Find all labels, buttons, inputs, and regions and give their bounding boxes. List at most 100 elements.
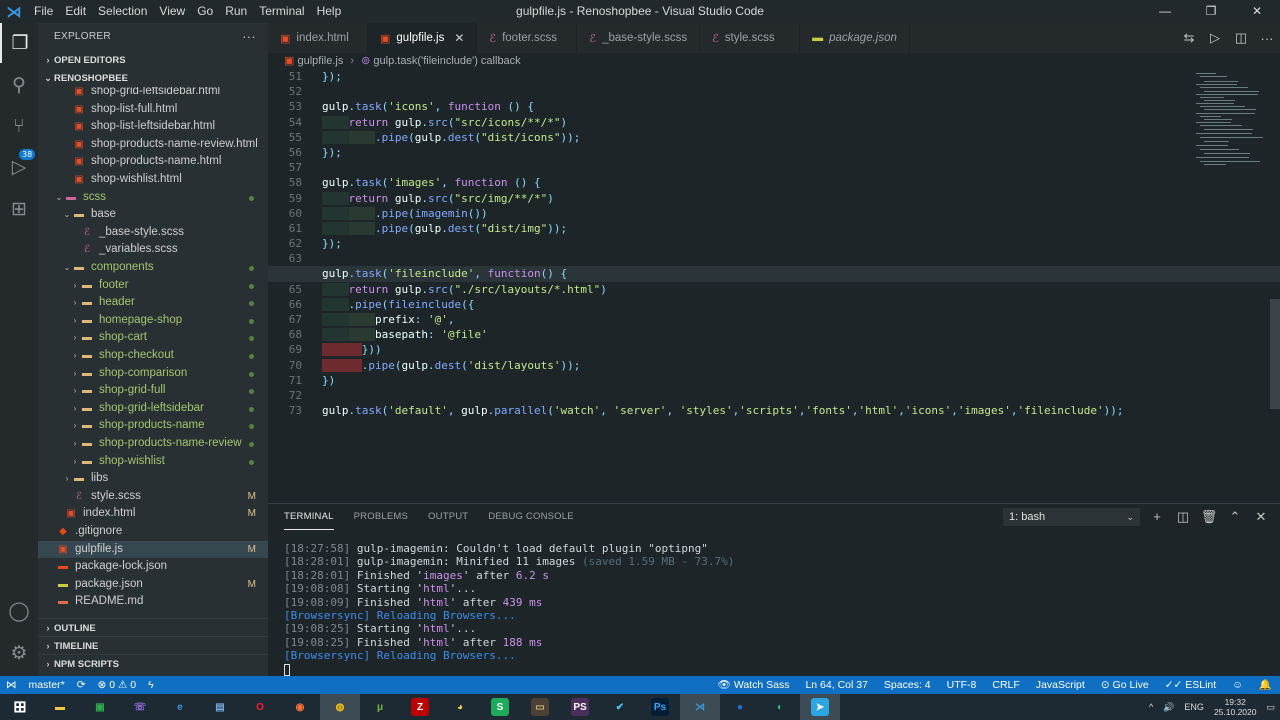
menu-edit[interactable]: Edit [59,0,92,23]
taskbar-telegram-icon[interactable]: ➤ [800,694,840,720]
minimize-button[interactable]: — [1142,0,1188,23]
end-of-line[interactable]: CRLF [984,676,1027,694]
taskbar-edge-icon[interactable]: ◐ [760,694,800,720]
tree-item[interactable]: ℰ _variables.scss [38,241,268,259]
menu-view[interactable]: View [153,0,191,23]
code-line[interactable] [322,84,1190,99]
tree-item[interactable]: › ▬ libs [38,470,268,488]
taskbar-skype-s-icon[interactable]: S [480,694,520,720]
taskbar-explorer-icon[interactable]: ▬ [40,694,80,720]
editor-scrollbar[interactable] [1270,299,1280,409]
more-actions-icon[interactable]: ··· [242,23,256,51]
tray-expand-icon[interactable]: ^ [1144,702,1158,712]
panel-tab-debug-console[interactable]: DEBUG CONSOLE [488,504,573,530]
close-window-button[interactable]: ✕ [1234,0,1280,23]
tree-item[interactable]: ▣ shop-wishlist.html [38,171,268,189]
tab-package-json[interactable]: ▬ package.json [800,23,910,53]
code-line[interactable]: gulp.task('images', function () { [322,175,1190,190]
code-line[interactable]: return gulp.src("src/img/**/*") [322,191,1190,206]
taskbar-photoshop-icon[interactable]: Ps [640,694,680,720]
npm-scripts-section[interactable]: › NPM SCRIPTS [38,654,268,672]
code-line[interactable] [322,388,1190,403]
tab-style-scss[interactable]: ℰstyle.scss [700,23,801,53]
taskbar-paint-icon[interactable]: ◕ [440,694,480,720]
open-editors-section[interactable]: › OPEN EDITORS [38,51,268,69]
tree-item[interactable]: ℰ _base-style.scss [38,224,268,242]
tree-item[interactable]: › ▬ header [38,294,268,312]
tab-footer-scss[interactable]: ℰfooter.scss [477,23,578,53]
taskbar-vscode-icon[interactable]: ⋊ [680,694,720,720]
code-line[interactable]: .pipe(imagemin()) [322,206,1190,221]
tab--base-style-scss[interactable]: ℰ _base-style.scss [577,23,701,53]
close-panel-icon[interactable]: ✕ [1248,508,1274,526]
taskbar-tool-icon[interactable]: ✔ [600,694,640,720]
split-terminal-icon[interactable]: ◫ [1170,508,1196,526]
maximize-panel-icon[interactable]: ⌃ [1222,508,1248,526]
encoding[interactable]: UTF-8 [939,676,985,694]
restore-button[interactable]: ❐ [1188,0,1234,23]
code-line[interactable]: }); [322,236,1190,251]
taskbar-chrome-icon[interactable]: ◍ [320,694,360,720]
search-icon[interactable]: ⚲ [0,65,38,105]
code-line[interactable]: return gulp.src("src/icons/**/*") [322,115,1190,130]
run-debug-icon[interactable]: ▷ [0,147,38,187]
close-tab-icon[interactable]: ✕ [454,31,464,45]
code-area[interactable]: }); gulp.task('icons', function () { retu… [268,69,1280,418]
feedback-icon[interactable]: ☺ [1224,676,1251,694]
tree-item[interactable]: ▣ shop-products-name-review.html [38,136,268,154]
tree-item[interactable]: ▣ shop-products-name.html [38,153,268,171]
tree-item[interactable]: › ▬ shop-grid-full [38,382,268,400]
taskbar-terminal-icon[interactable]: ▭ [520,694,560,720]
minimap[interactable] [1190,69,1270,169]
taskbar-torrent-icon[interactable]: μ [360,694,400,720]
code-line[interactable]: .pipe(fileinclude({ [322,297,1190,312]
tree-item[interactable]: ⌄ ▬ components [38,259,268,277]
menu-file[interactable]: File [28,0,59,23]
sync-icon[interactable]: ⟳ [71,676,92,694]
tab-index-html[interactable]: ▣ index.html [268,23,368,53]
tree-item[interactable]: ▬ README.md [38,593,268,611]
menu-selection[interactable]: Selection [92,0,153,23]
language-indicator[interactable]: ENG [1179,702,1209,712]
code-line[interactable]: })) [322,342,1190,357]
extensions-icon[interactable]: ⊞ [0,189,38,229]
code-line[interactable] [322,160,1190,175]
eslint-status[interactable]: ✓✓ ESLint [1157,676,1224,694]
tree-item[interactable]: › ▬ footer [38,277,268,295]
taskbar-ps-purple-icon[interactable]: PS [560,694,600,720]
menu-help[interactable]: Help [311,0,348,23]
menu-go[interactable]: Go [191,0,219,23]
taskbar-filezilla-icon[interactable]: Z [400,694,440,720]
trash-icon[interactable]: 🗑 [1196,508,1222,526]
tree-item[interactable]: ▬ package-lock.json [38,558,268,576]
timeline-section[interactable]: › TIMELINE [38,636,268,654]
tree-item[interactable]: › ▬ shop-grid-leftsidebar [38,400,268,418]
run-icon[interactable]: ▷ [1202,30,1228,46]
code-line[interactable]: return gulp.src("./src/layouts/*.html") [322,282,1190,297]
taskbar-opera-icon[interactable]: O [240,694,280,720]
code-line[interactable]: gulp.task('default', gulp.parallel('watc… [322,403,1190,418]
taskbar-ie-icon[interactable]: e [160,694,200,720]
code-editor[interactable]: 5152535455565758596061626364656667686970… [268,69,1280,495]
code-line[interactable]: gulp.task('fileinclude', function() { [268,266,1280,282]
tab-gulpfile-js[interactable]: ▣ gulpfile.js ✕ [368,23,478,53]
volume-icon[interactable]: 🔊 [1158,702,1179,713]
panel-tab-problems[interactable]: PROBLEMS [354,504,408,530]
language-mode[interactable]: JavaScript [1028,676,1093,694]
tree-item[interactable]: › ▬ shop-comparison [38,365,268,383]
breadcrumb-file[interactable]: gulpfile.js [297,55,343,67]
code-line[interactable]: .pipe(gulp.dest('dist/layouts')); [322,358,1190,373]
new-terminal-icon[interactable]: + [1144,508,1170,526]
tree-item[interactable]: ℰstyle.scss M [38,488,268,506]
watch-sass-button[interactable]: 👁 Watch Sass [710,676,798,694]
clock[interactable]: 19:32 25.10.2020 [1209,697,1262,717]
problems-count[interactable]: ⊗ 0 ⚠ 0 [92,676,143,694]
taskbar-maps-icon[interactable]: ● [720,694,760,720]
remote-icon[interactable]: ⋈ [0,676,23,694]
panel-tab-output[interactable]: OUTPUT [428,504,468,530]
open-changes-icon[interactable]: ⇆ [1176,30,1202,46]
outline-section[interactable]: › OUTLINE [38,618,268,636]
notifications-bell-icon[interactable]: 🔔 [1251,676,1280,694]
terminal-prompt[interactable] [284,663,734,676]
tree-item[interactable]: ▬ package.json M [38,576,268,594]
